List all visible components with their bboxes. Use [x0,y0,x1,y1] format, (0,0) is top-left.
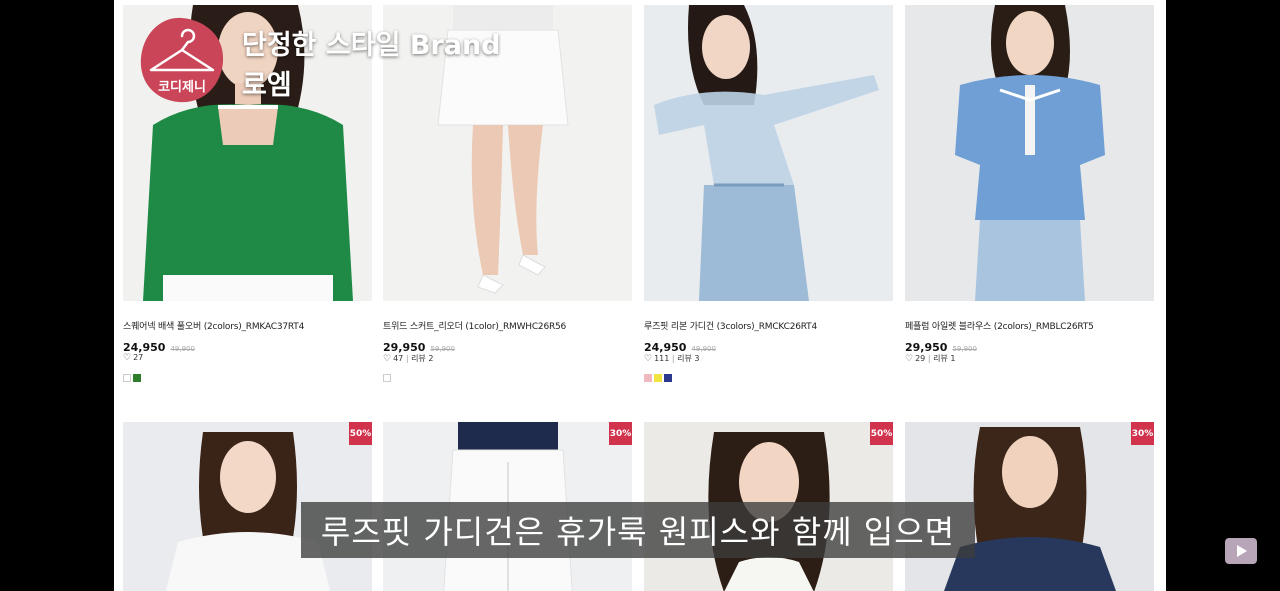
product-meta: ♡ 29 | 리뷰 1 [905,354,956,364]
color-swatches [644,374,672,382]
heart-icon[interactable]: ♡ [905,354,913,364]
like-count: 47 [393,354,404,363]
like-count: 29 [915,354,926,363]
product-meta: ♡ 27 [123,353,143,363]
channel-logo: 코디제니 [137,16,227,106]
product-name[interactable]: 트위드 스커트_리오더 (1color)_RMWHC26R56 [383,319,643,332]
color-swatch[interactable] [664,374,672,382]
brand-title: 단정한 스타일 Brand [242,30,501,61]
product-meta: ♡ 111 | 리뷰 3 [644,354,700,364]
color-swatch[interactable] [133,374,141,382]
brand-name: 로엠 [242,70,292,101]
play-icon[interactable] [1225,538,1257,564]
discount-badge: 30% [1131,422,1154,445]
video-subtitle: 루즈핏 가디건은 휴가룩 원피스와 함께 입으면 [301,502,975,558]
review-count: 리뷰 1 [933,354,956,363]
original-price: 49,900 [170,345,195,353]
product-name[interactable]: 루즈핏 리본 가디건 (3colors)_RMCKC26RT4 [644,319,904,332]
like-count: 111 [654,354,670,363]
color-swatches [123,374,141,382]
discount-badge: 50% [870,422,893,445]
original-price: 49,900 [691,345,716,353]
heart-icon[interactable]: ♡ [644,354,652,364]
color-swatch[interactable] [383,374,391,382]
heart-icon[interactable]: ♡ [123,353,131,363]
like-count: 27 [133,353,144,362]
color-swatch[interactable] [654,374,662,382]
review-count: 리뷰 2 [411,354,434,363]
product-image[interactable] [644,5,893,301]
logo-text: 코디제니 [158,80,206,95]
discount-badge: 30% [609,422,632,445]
original-price: 59,900 [952,345,977,353]
product-image[interactable] [905,5,1154,301]
original-price: 59,900 [430,345,455,353]
discount-badge: 50% [349,422,372,445]
product-name[interactable]: 페플럼 아일렛 블라우스 (2colors)_RMBLC26RT5 [905,319,1165,332]
product-name[interactable]: 스퀘어넥 배색 풀오버 (2colors)_RMKAC37RT4 [123,319,383,332]
product-meta: ♡ 47 | 리뷰 2 [383,354,434,364]
color-swatch[interactable] [123,374,131,382]
color-swatches [383,374,391,382]
heart-icon[interactable]: ♡ [383,354,391,364]
review-count: 리뷰 3 [677,354,700,363]
color-swatch[interactable] [644,374,652,382]
